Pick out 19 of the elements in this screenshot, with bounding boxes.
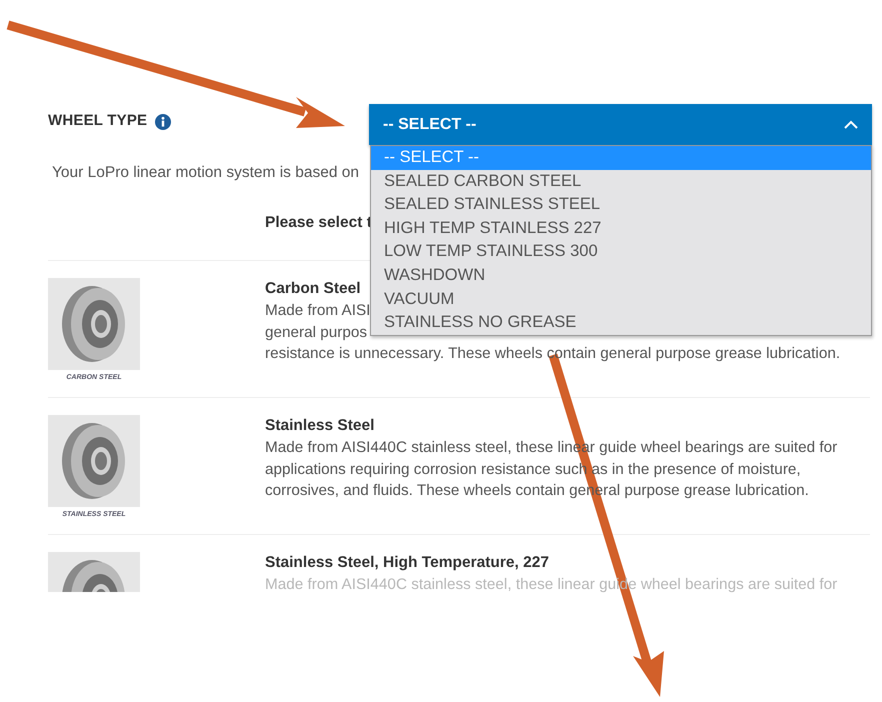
dropdown-option[interactable]: LOW TEMP STAINLESS 300 <box>371 240 871 264</box>
dropdown-option[interactable]: HIGH TEMP STAINLESS 227 <box>371 216 871 240</box>
wheel-title: Stainless Steel <box>265 416 374 436</box>
chevron-icon <box>844 120 858 129</box>
intro-text: Your LoPro linear motion system is based on <box>52 163 360 183</box>
wheel-title: Carbon Steel <box>265 279 361 299</box>
wheel-description: resistance is unnecessary. These wheels contain general purpose grease lubrication. <box>265 344 840 364</box>
dropdown-option[interactable]: VACUUM <box>371 288 871 312</box>
dropdown-option[interactable]: SEALED STAINLESS STEEL <box>371 193 871 217</box>
dropdown-option[interactable]: -- SELECT -- <box>371 146 871 170</box>
dropdown-option[interactable]: WASHDOWN <box>371 264 871 288</box>
select-dropdown[interactable]: -- SELECT -- <box>369 104 872 145</box>
dropdown-option[interactable]: STAINLESS NO GREASE <box>371 311 871 335</box>
wheel-description: general purpos <box>265 322 368 342</box>
wheel-title: Stainless Steel, High Temperature, 227 <box>265 553 549 573</box>
dropdown-option[interactable]: SEALED CARBON STEEL <box>371 170 871 194</box>
field-label: WHEEL TYPE <box>48 111 148 132</box>
wheel-description: Made from AISI <box>265 301 370 321</box>
info-icon[interactable] <box>155 114 172 130</box>
